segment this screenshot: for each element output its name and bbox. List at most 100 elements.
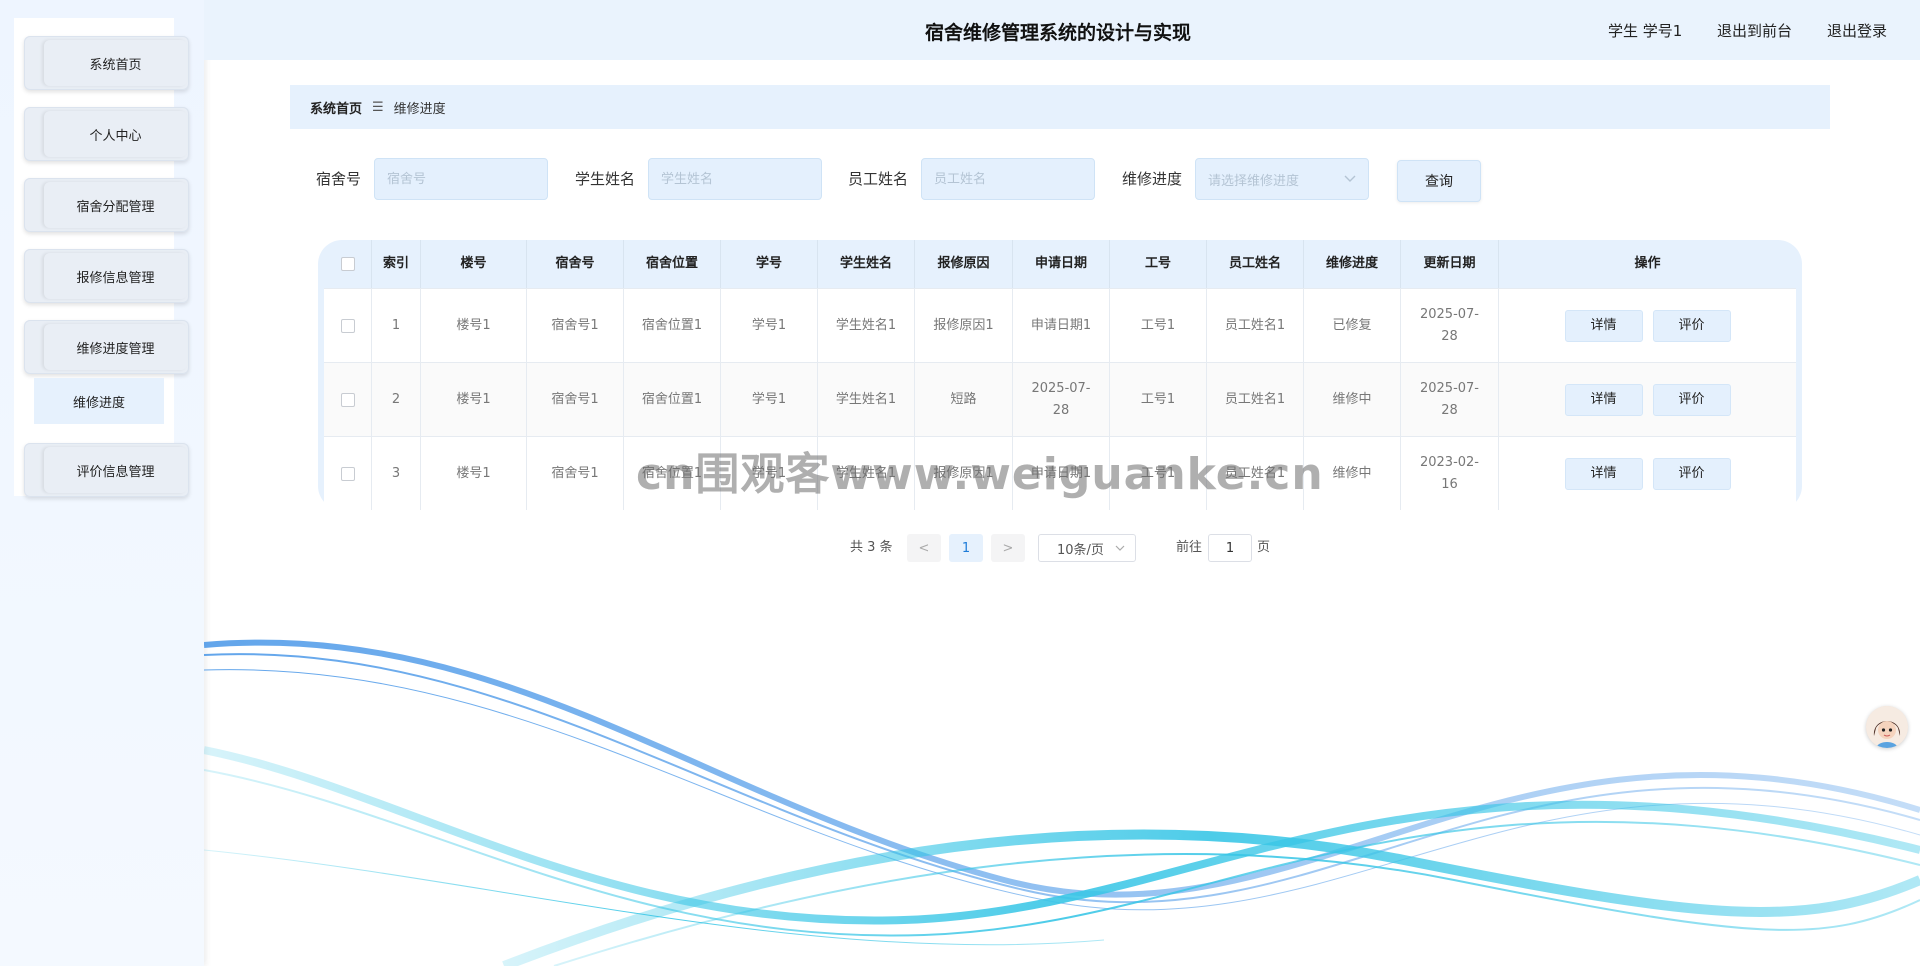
table-cell: 申请日期1	[1013, 289, 1110, 362]
user-info: 学生 学号1	[1608, 22, 1683, 40]
back-to-front-link[interactable]: 退出到前台	[1717, 20, 1792, 41]
column-header: 楼号	[421, 240, 527, 288]
prev-page-button[interactable]: <	[907, 534, 941, 562]
column-header: 学号	[721, 240, 818, 288]
submenu-item-repair-progress[interactable]: 维修进度	[34, 378, 164, 424]
breadcrumb-home[interactable]: 系统首页	[310, 98, 362, 117]
page-number[interactable]: 1	[949, 534, 983, 562]
column-header: 员工姓名	[1207, 240, 1304, 288]
assistant-avatar-icon[interactable]	[1866, 706, 1908, 748]
page-title: 宿舍维修管理系统的设计与实现	[925, 22, 1192, 44]
goto-page-input[interactable]	[1208, 534, 1252, 562]
next-page-button[interactable]: >	[991, 534, 1025, 562]
sidebar-item-repair-info[interactable]: 报修信息管理	[24, 249, 189, 303]
logout-link[interactable]: 退出登录	[1827, 20, 1887, 41]
table-cell: 学号1	[721, 363, 818, 436]
staff-name-label: 员工姓名	[848, 170, 909, 188]
pagination-total: 共 3 条	[850, 540, 893, 555]
breadcrumb: 系统首页 ☰ 维修进度	[290, 85, 1830, 129]
dorm-label: 宿舍号	[316, 170, 362, 188]
column-header: 索引	[372, 240, 421, 288]
table-cell: 宿舍位置1	[624, 289, 721, 362]
dorm-input[interactable]	[374, 158, 548, 200]
table-row: 1 楼号1 宿舍号1 宿舍位置1 学号1 学生姓名1 报修原因1 申请日期1 工…	[324, 288, 1796, 362]
row-select-cell	[324, 289, 372, 362]
sidebar-item-label: 报修信息管理	[44, 253, 187, 299]
actions-cell: 详情 评价	[1499, 437, 1796, 510]
sidebar-item-dorm-allocation[interactable]: 宿舍分配管理	[24, 178, 189, 232]
table-cell: 2023-02-16	[1401, 437, 1499, 510]
table-cell: 短路	[915, 363, 1013, 436]
detail-button[interactable]: 详情	[1564, 383, 1643, 416]
staff-name-input[interactable]	[921, 158, 1095, 200]
table-cell: 宿舍位置1	[624, 363, 721, 436]
query-button[interactable]: 查询	[1397, 160, 1481, 202]
table-cell: 员工姓名1	[1207, 363, 1304, 436]
table-cell: 已修复	[1304, 289, 1401, 362]
column-header: 操作	[1634, 256, 1661, 271]
table-cell: 2025-07-28	[1401, 363, 1499, 436]
table-cell: 2	[372, 363, 421, 436]
table-cell: 宿舍号1	[527, 437, 624, 510]
column-header: 更新日期	[1401, 240, 1499, 288]
column-header: 申请日期	[1013, 240, 1110, 288]
sidebar: 系统首页 个人中心 宿舍分配管理 报修信息管理 维修进度管理 维修进度 评价信息…	[0, 0, 204, 966]
detail-button[interactable]: 详情	[1564, 309, 1643, 342]
watermark: cn围观客www.weiguanke.cn	[636, 449, 1324, 500]
table-cell: 学号1	[721, 289, 818, 362]
sidebar-item-personal-center[interactable]: 个人中心	[24, 107, 189, 161]
rate-button[interactable]: 评价	[1652, 383, 1731, 416]
column-header: 维修进度	[1304, 240, 1401, 288]
table-cell: 宿舍号1	[527, 363, 624, 436]
goto-label: 前往	[1176, 540, 1203, 555]
row-checkbox[interactable]	[340, 392, 355, 407]
sidebar-item-repair-progress[interactable]: 维修进度管理	[24, 320, 189, 374]
progress-select[interactable]: 请选择维修进度	[1195, 158, 1369, 200]
row-checkbox[interactable]	[340, 466, 355, 481]
sidebar-item-evaluation[interactable]: 评价信息管理	[24, 443, 189, 497]
row-checkbox[interactable]	[340, 318, 355, 333]
table-cell: 楼号1	[421, 363, 527, 436]
progress-select-placeholder: 请选择维修进度	[1208, 173, 1300, 189]
column-header: 工号	[1110, 240, 1207, 288]
wave-background	[204, 639, 1920, 966]
student-name-label: 学生姓名	[575, 170, 636, 188]
table-cell: 3	[372, 437, 421, 510]
table-header: 索引 楼号 宿舍号 宿舍位置 学号 学生姓名 报修原因 申请日期 工号 员工姓名…	[324, 240, 1796, 288]
row-select-cell	[324, 437, 372, 510]
column-header: 学生姓名	[818, 240, 915, 288]
rate-button[interactable]: 评价	[1652, 309, 1731, 342]
breadcrumb-current: 维修进度	[393, 101, 446, 117]
actions-cell: 详情 评价	[1499, 363, 1796, 436]
chevron-down-icon	[1344, 175, 1356, 182]
table-cell: 2025-07-28	[1013, 363, 1110, 436]
row-select-cell	[324, 363, 372, 436]
sidebar-item-home[interactable]: 系统首页	[24, 36, 189, 90]
page-size-value: 10条/页	[1057, 542, 1104, 558]
page-unit: 页	[1257, 540, 1271, 555]
column-header: 宿舍号	[527, 240, 624, 288]
table-cell: 员工姓名1	[1207, 289, 1304, 362]
student-name-input[interactable]	[648, 158, 822, 200]
chevron-down-icon	[1115, 545, 1125, 551]
sidebar-item-label: 维修进度管理	[44, 324, 187, 370]
column-header: 报修原因	[915, 240, 1013, 288]
sidebar-item-label: 个人中心	[44, 111, 187, 157]
table-cell: 工号1	[1110, 289, 1207, 362]
sidebar-item-label: 宿舍分配管理	[44, 182, 187, 228]
table-cell: 1	[372, 289, 421, 362]
table-cell: 学生姓名1	[818, 363, 915, 436]
page-size-select[interactable]: 10条/页	[1038, 534, 1136, 562]
table-cell: 楼号1	[421, 289, 527, 362]
select-all-checkbox[interactable]	[340, 257, 355, 271]
table-cell: 报修原因1	[915, 289, 1013, 362]
table-row: 2 楼号1 宿舍号1 宿舍位置1 学号1 学生姓名1 短路 2025-07-28…	[324, 362, 1796, 436]
table-cell: 2025-07-28	[1401, 289, 1499, 362]
sidebar-item-label: 评价信息管理	[44, 447, 187, 493]
table-cell: 宿舍号1	[527, 289, 624, 362]
menu-icon: ☰	[372, 99, 384, 115]
rate-button[interactable]: 评价	[1652, 457, 1731, 490]
detail-button[interactable]: 详情	[1564, 457, 1643, 490]
table-cell: 维修中	[1304, 363, 1401, 436]
actions-cell: 详情 评价	[1499, 289, 1796, 362]
